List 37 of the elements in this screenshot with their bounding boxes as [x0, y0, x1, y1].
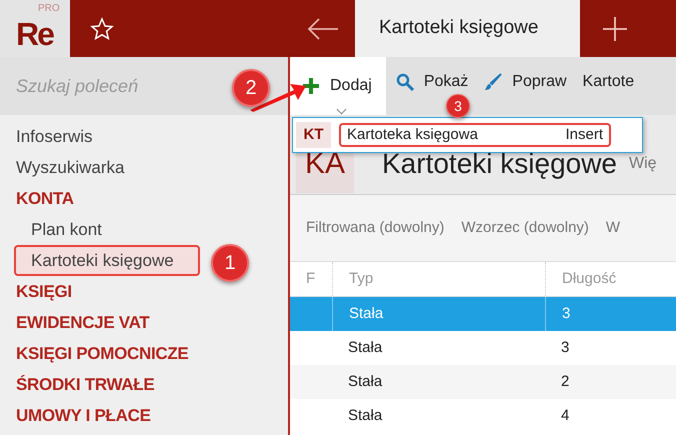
page-title: Kartoteki księgowe — [382, 146, 618, 181]
table-cell-text: 2 — [560, 372, 570, 392]
more-text: Wię — [629, 154, 657, 174]
plus-icon — [302, 77, 320, 95]
toolbar-button[interactable]: Kartote — [572, 71, 640, 93]
sidebar-item[interactable]: Infoserwis — [0, 121, 288, 152]
search-icon — [396, 73, 414, 91]
filter-option[interactable]: W — [606, 216, 620, 240]
back-arrow-icon[interactable] — [306, 18, 338, 40]
sidebar-item[interactable]: Wyszukiwarka — [0, 152, 288, 183]
brush-icon — [484, 73, 502, 91]
sidebar-section[interactable]: ŚRODKI TRWAŁE — [0, 369, 288, 400]
star-icon[interactable] — [90, 16, 114, 40]
table-cell-text: Stała — [347, 372, 384, 392]
menu-item[interactable]: Kartoteka księgowa Insert — [339, 123, 611, 147]
sidebar-section[interactable]: UMOWY I PŁACE — [0, 400, 288, 431]
sidebar-item[interactable]: Kartoteki księgowe — [14, 245, 200, 276]
toolbar-button[interactable]: Dodaj — [290, 57, 386, 115]
shortcut-label: Insert — [565, 124, 603, 145]
sidebar-item[interactable]: Plan kont — [0, 214, 288, 245]
filter-option[interactable]: Wzorzec (dowolny) — [461, 216, 589, 240]
table-row[interactable]: Stała 2 — [290, 365, 676, 399]
step-number-badge: 1 — [211, 244, 249, 282]
table-cell-text: 4 — [560, 406, 570, 426]
plus-icon[interactable] — [602, 16, 628, 42]
toolbar-button[interactable]: Popraw — [474, 71, 573, 93]
table-cell-text: Stała — [347, 406, 384, 426]
table-cell-text: 3 — [560, 338, 570, 358]
sidebar-section[interactable]: KSIĘGI POMOCNICZE — [0, 338, 288, 369]
sidebar-section[interactable]: EWIDENCJE VAT — [0, 307, 288, 338]
table-cell-text: Stała — [347, 338, 384, 358]
pro-label: PRO — [38, 4, 60, 14]
app-logo: Re — [16, 18, 53, 50]
toolbar-button[interactable]: Pokaż — [386, 71, 474, 93]
filter-option[interactable]: Filtrowana (dowolny) — [306, 216, 444, 240]
sidebar-section[interactable]: KONTA — [0, 183, 288, 214]
item-code: KT — [296, 122, 331, 148]
